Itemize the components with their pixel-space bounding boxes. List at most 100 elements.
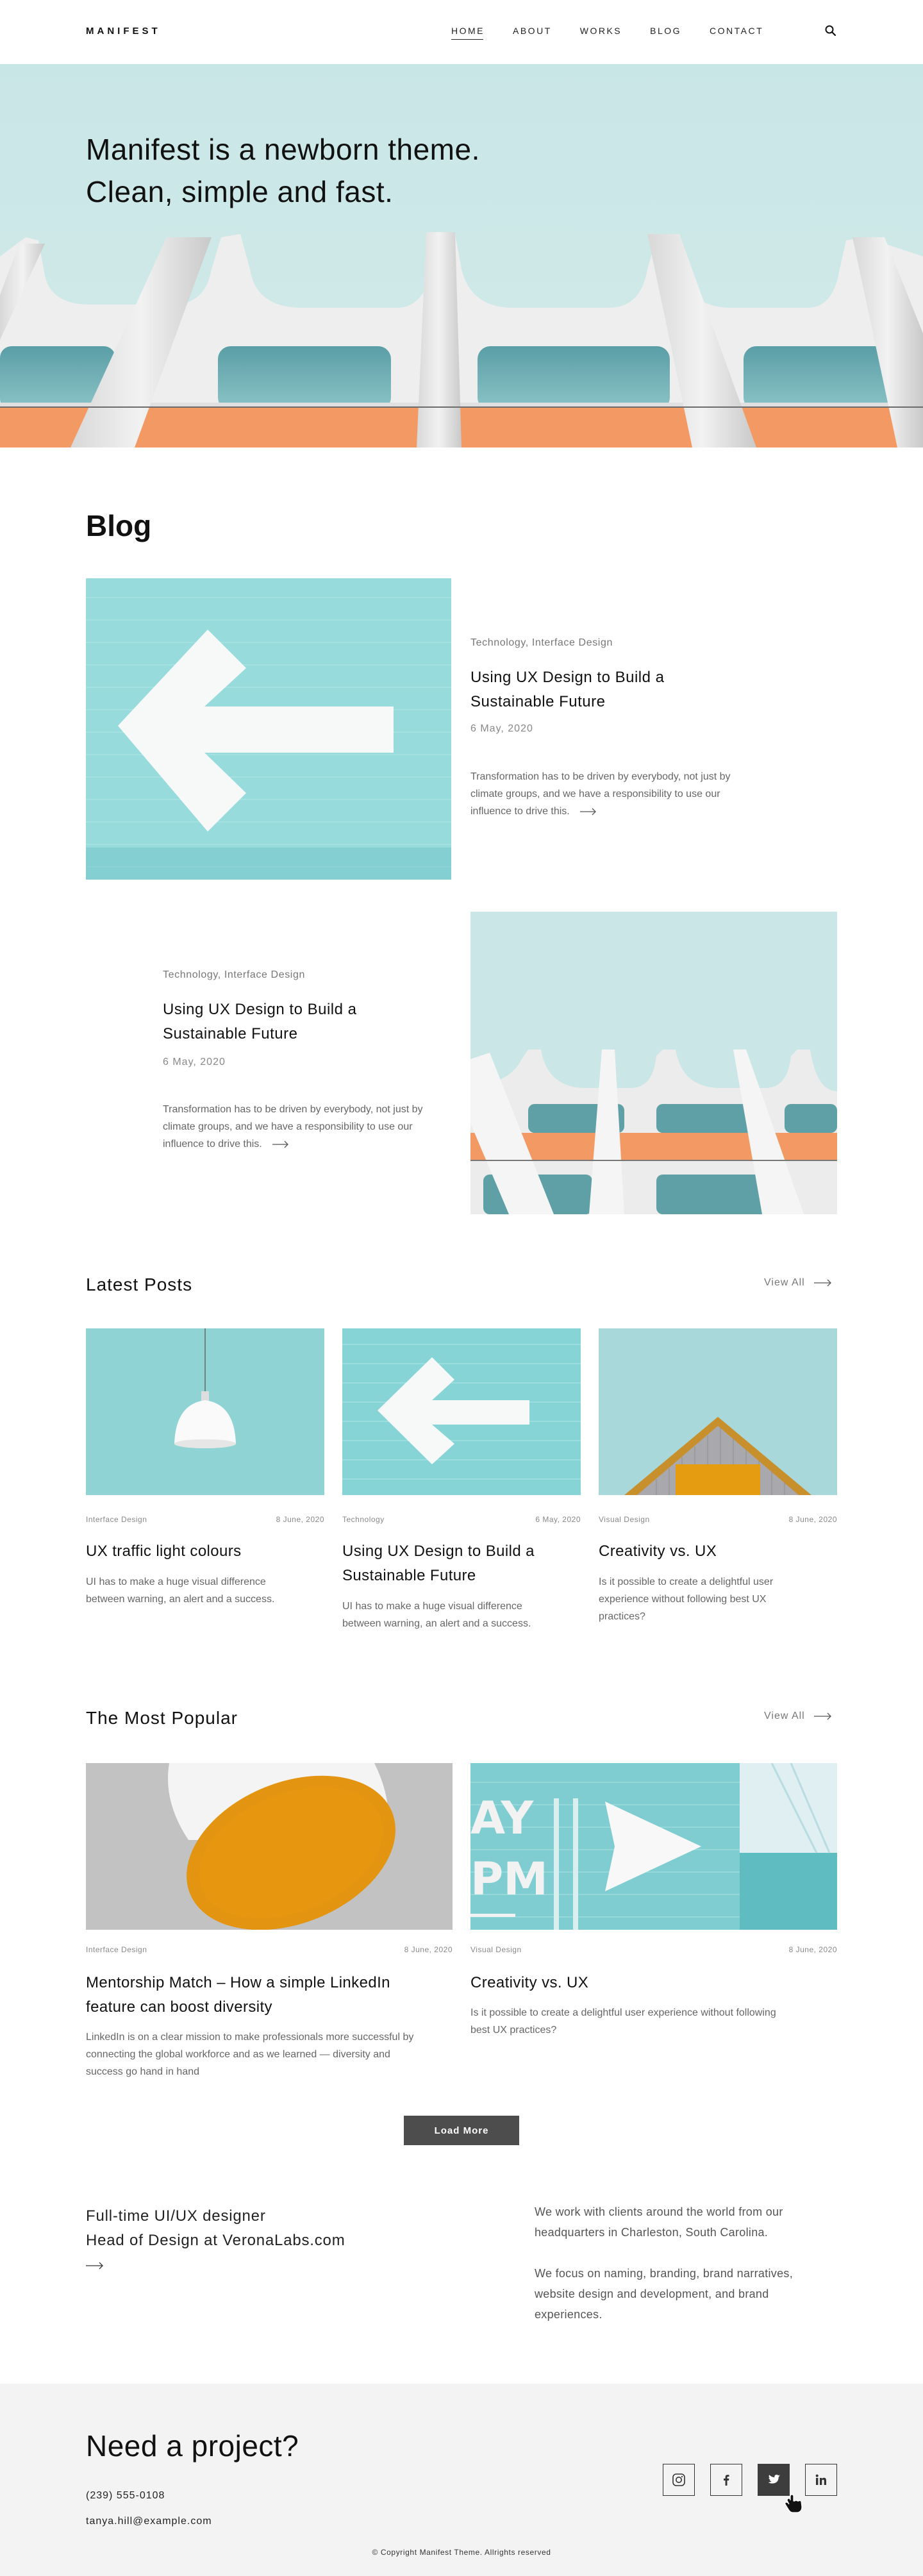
about-p2-line2: website design and development, and bran… <box>535 2287 769 2300</box>
featured-post-1-meta[interactable]: Technology, Interface Design <box>470 637 613 649</box>
featured-post-1-excerpt: Transformation has to be driven by every… <box>470 768 731 820</box>
popular-view-all-label: View All <box>764 1710 805 1721</box>
popular-card-1-excerpt-line1: LinkedIn is on a clear mission to make p… <box>86 2032 414 2043</box>
popular-card-1-excerpt: LinkedIn is on a clear mission to make p… <box>86 2028 413 2080</box>
popular-card-1-image[interactable] <box>86 1763 453 1930</box>
featured-post-1-title-line1: Using UX Design to Build a <box>470 669 665 686</box>
featured-post-1-title-line2: Sustainable Future <box>470 693 606 710</box>
latest-view-all-label: View All <box>764 1277 805 1288</box>
featured-post-1-image[interactable] <box>86 578 451 880</box>
popular-posts-title: The Most Popular <box>86 1708 238 1728</box>
latest-card-3-excerpt-line2: experience without following best UX <box>599 1594 767 1605</box>
hero-building-image <box>0 64 923 447</box>
house-roof-image <box>599 1328 837 1495</box>
latest-card-1-date: 8 June, 2020 <box>276 1515 324 1524</box>
popular-card-1-excerpt-line3: success go hand in hand <box>86 2066 200 2077</box>
featured-post-2-excerpt-line1: Transformation has to be driven by every… <box>163 1104 423 1115</box>
about-intro: Full-time UI/UX designer Head of Design … <box>86 2204 345 2277</box>
arrow-right-icon[interactable] <box>86 2262 104 2270</box>
featured-post-2-meta[interactable]: Technology, Interface Design <box>163 969 305 981</box>
latest-card-2-title[interactable]: Using UX Design to Build a Sustainable F… <box>342 1539 535 1588</box>
facebook-icon[interactable] <box>710 2464 742 2496</box>
hero-title: Manifest is a newborn theme. Clean, simp… <box>86 128 480 213</box>
hero-title-line2: Clean, simple and fast. <box>86 175 394 208</box>
latest-card-2-category[interactable]: Technology <box>342 1515 385 1524</box>
latest-card-3-excerpt-line3: practices? <box>599 1611 645 1622</box>
blog-section-title: Blog <box>86 509 152 542</box>
latest-card-1-category[interactable]: Interface Design <box>86 1515 147 1524</box>
logo[interactable]: MANIFEST <box>86 26 161 37</box>
popular-card-2-title[interactable]: Creativity vs. UX <box>470 1971 588 1995</box>
pendant-lamp-image <box>86 1328 324 1495</box>
latest-card-3-category[interactable]: Visual Design <box>599 1515 650 1524</box>
hero-banner: Manifest is a newborn theme. Clean, simp… <box>0 64 923 447</box>
featured-post-1-title[interactable]: Using UX Design to Build a Sustainable F… <box>470 665 664 714</box>
nav-blog[interactable]: BLOG <box>650 26 681 36</box>
popular-card-2-date: 8 June, 2020 <box>788 1945 837 1954</box>
arrow-right-icon[interactable] <box>580 808 597 815</box>
arrow-left-wall-image <box>342 1328 581 1495</box>
latest-card-1-excerpt: UI has to make a huge visual difference … <box>86 1573 274 1608</box>
popular-card-1-title-line1: Mentorship Match – How a simple LinkedIn <box>86 1974 390 1991</box>
building-facade-image <box>470 912 837 1214</box>
footer-email[interactable]: tanya.hill@example.com <box>86 2516 212 2527</box>
latest-card-2-image[interactable] <box>342 1328 581 1495</box>
arrow-right-icon <box>813 1279 831 1287</box>
popular-card-2-title-line1: Creativity vs. UX <box>470 1974 589 1991</box>
popular-view-all-link[interactable]: View All <box>764 1710 832 1722</box>
about-p1-line1: We work with clients around the world fr… <box>535 2205 783 2218</box>
latest-card-3-title[interactable]: Creativity vs. UX <box>599 1539 717 1564</box>
latest-card-2-date: 6 May, 2020 <box>535 1515 581 1524</box>
instagram-icon[interactable] <box>663 2464 695 2496</box>
latest-card-1-image[interactable] <box>86 1328 324 1495</box>
cursor-pointer-icon <box>785 2494 802 2513</box>
popular-card-2-image[interactable]: AY PM <box>470 1763 837 1930</box>
popular-card-2-excerpt-line1: Is it possible to create a delightful us… <box>470 2007 776 2018</box>
popular-card-2-excerpt-line2: best UX practices? <box>470 2025 557 2036</box>
arrow-right-wall-image: AY PM <box>470 1763 837 1930</box>
featured-post-1-excerpt-line3: influence to drive this. <box>470 806 570 817</box>
latest-posts-title: Latest Posts <box>86 1275 193 1294</box>
featured-post-2-title-line2: Sustainable Future <box>163 1025 298 1042</box>
nav-home[interactable]: HOME <box>451 26 485 40</box>
latest-card-3-excerpt-line1: Is it possible to create a delightful us… <box>599 1577 774 1587</box>
latest-card-2-excerpt-line2: between warning, an alert and a success. <box>342 1618 531 1629</box>
featured-post-1-date: 6 May, 2020 <box>470 723 533 734</box>
featured-post-2-title-line1: Using UX Design to Build a <box>163 1001 357 1018</box>
latest-card-1-title[interactable]: UX traffic light colours <box>86 1539 242 1564</box>
footer-phone[interactable]: (239) 555-0108 <box>86 2490 165 2502</box>
popular-card-1-category[interactable]: Interface Design <box>86 1945 147 1954</box>
svg-text:AY: AY <box>470 1792 534 1844</box>
search-icon[interactable] <box>824 24 837 37</box>
featured-post-2-excerpt-line3: influence to drive this. <box>163 1139 262 1150</box>
featured-post-2-image[interactable] <box>470 912 837 1214</box>
featured-post-2-excerpt-line2: climate groups, and we have a responsibi… <box>163 1121 413 1132</box>
about-paragraph-2: We focus on naming, branding, brand narr… <box>535 2263 837 2325</box>
popular-card-1-excerpt-line2: connecting the global workforce and as w… <box>86 2049 390 2060</box>
nav-works[interactable]: WORKS <box>580 26 622 36</box>
arrow-right-icon[interactable] <box>272 1141 289 1148</box>
about-role-line2: Head of Design at VeronaLabs.com <box>86 2232 345 2249</box>
arrow-left-wall-image <box>86 578 451 880</box>
featured-post-1-excerpt-line1: Transformation has to be driven by every… <box>470 771 731 782</box>
load-more-button[interactable]: Load More <box>404 2116 519 2145</box>
featured-post-2-title[interactable]: Using UX Design to Build a Sustainable F… <box>163 998 356 1046</box>
linkedin-icon[interactable] <box>805 2464 837 2496</box>
arrow-right-icon <box>813 1712 831 1720</box>
nav-about[interactable]: ABOUT <box>513 26 552 36</box>
latest-card-3-title-line1: Creativity vs. UX <box>599 1543 717 1560</box>
main-nav: HOME ABOUT WORKS BLOG CONTACT <box>451 26 792 40</box>
latest-card-3-image[interactable] <box>599 1328 837 1495</box>
popular-card-2-excerpt: Is it possible to create a delightful us… <box>470 2004 776 2039</box>
twitter-icon[interactable] <box>758 2464 790 2496</box>
hero-title-line1: Manifest is a newborn theme. <box>86 133 480 166</box>
site-header: MANIFEST HOME ABOUT WORKS BLOG CONTACT <box>0 0 923 64</box>
latest-card-2-title-line2: Sustainable Future <box>342 1567 476 1584</box>
latest-card-1-excerpt-line2: between warning, an alert and a success. <box>86 1594 275 1605</box>
popular-card-2-category[interactable]: Visual Design <box>470 1945 522 1954</box>
nav-contact[interactable]: CONTACT <box>710 26 763 36</box>
popular-card-1-title[interactable]: Mentorship Match – How a simple LinkedIn… <box>86 1971 390 2020</box>
about-paragraph-1: We work with clients around the world fr… <box>535 2202 837 2243</box>
latest-view-all-link[interactable]: View All <box>764 1277 832 1289</box>
latest-card-2-title-line1: Using UX Design to Build a <box>342 1543 535 1560</box>
